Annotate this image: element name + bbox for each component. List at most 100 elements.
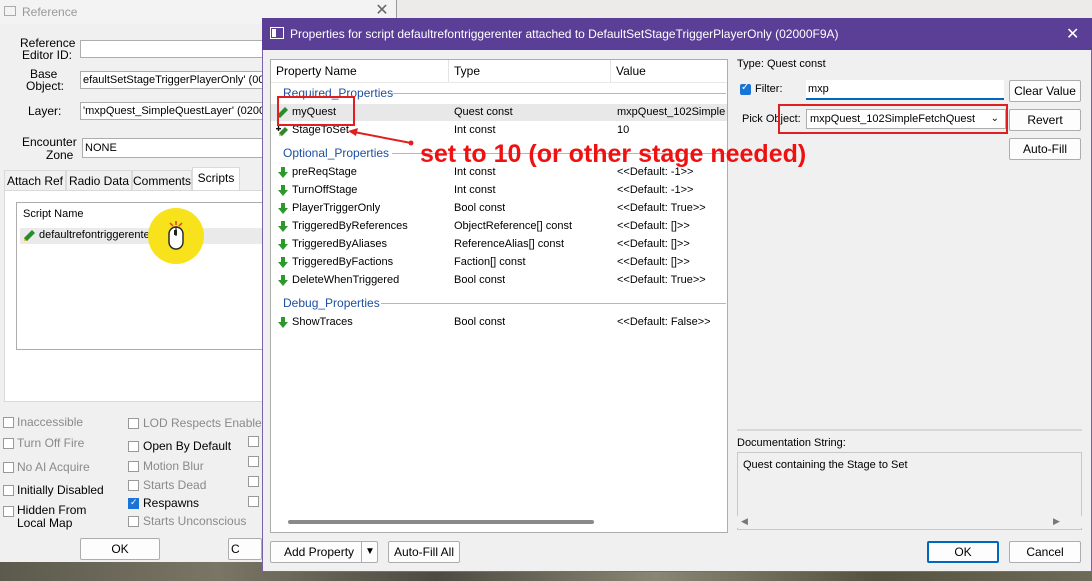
annotation-text: set to 10 (or other stage needed) <box>420 140 807 168</box>
lod-respects-checkbox[interactable] <box>128 418 139 429</box>
group-optional-properties[interactable]: Optional_Properties <box>283 146 389 160</box>
property-value-stagetoset[interactable]: 10 <box>617 124 629 136</box>
reference-title: Reference <box>22 5 78 19</box>
editor-id-input[interactable] <box>80 40 270 58</box>
tab-attach-ref[interactable]: Attach Ref <box>4 170 66 190</box>
property-value[interactable]: <<Default: False>> <box>617 316 711 328</box>
inaccessible-checkbox[interactable] <box>3 417 14 428</box>
property-type: Bool const <box>454 274 506 286</box>
add-property-button[interactable]: Add Property ▼ <box>270 541 378 563</box>
motion-blur-checkbox[interactable] <box>128 461 139 472</box>
caret-down-icon[interactable]: ▼ <box>365 542 375 562</box>
column-header-type[interactable]: Type <box>454 60 480 82</box>
close-icon[interactable]: ✕ <box>1066 24 1079 44</box>
encounter-zone-select[interactable]: NONE <box>82 138 270 158</box>
base-object-field[interactable]: efaultSetStageTriggerPlayerOnly' (000 <box>80 71 270 89</box>
property-type: Int const <box>454 124 496 136</box>
green-arrow-icon <box>278 185 288 196</box>
scroll-left-icon[interactable]: ◀ <box>741 516 748 527</box>
clear-value-button[interactable]: Clear Value <box>1009 80 1081 102</box>
green-arrow-icon <box>278 275 288 286</box>
layer-label: Layer: <box>28 104 62 118</box>
property-value[interactable]: <<Default: True>> <box>617 202 706 214</box>
starts-unconscious-label: Starts Unconscious <box>143 514 247 528</box>
encounter-zone-label-2: Zone <box>46 148 74 162</box>
filter-label: Filter: <box>755 83 783 95</box>
highlight-box-myquest <box>277 96 355 126</box>
auto-fill-all-button[interactable]: Auto-Fill All <box>388 541 460 563</box>
local-map-label: Local Map <box>17 516 73 530</box>
hidden-from-local-map-checkbox[interactable] <box>3 506 14 517</box>
property-value[interactable]: <<Default: []>> <box>617 220 690 232</box>
script-icon <box>24 230 35 241</box>
properties-title: Properties for script defaultrefontrigge… <box>290 27 839 41</box>
no-ai-acquire-label: No AI Acquire <box>17 460 90 474</box>
script-name[interactable]: defaultrefontriggerenter <box>39 229 153 241</box>
revert-button[interactable]: Revert <box>1009 109 1081 131</box>
green-arrow-icon <box>278 257 288 268</box>
green-arrow-icon <box>278 317 288 328</box>
property-type: ReferenceAlias[] const <box>454 238 565 250</box>
filter-input[interactable]: mxp <box>806 80 1004 100</box>
ok-button[interactable]: OK <box>927 541 999 563</box>
highlight-box-pick-object <box>778 104 1008 134</box>
open-by-default-checkbox[interactable] <box>128 441 139 452</box>
split-divider <box>361 542 362 562</box>
group-debug-properties[interactable]: Debug_Properties <box>283 296 380 310</box>
column-separator[interactable] <box>610 60 611 82</box>
cancel-button[interactable]: Cancel <box>1009 541 1081 563</box>
property-type: Bool const <box>454 316 506 328</box>
partial-checkbox-2[interactable] <box>248 456 259 467</box>
scroll-right-icon[interactable]: ▶ <box>1053 516 1060 527</box>
property-name-triggeredbyaliases[interactable]: TriggeredByAliases <box>292 238 387 250</box>
mouse-icon <box>168 221 184 250</box>
horizontal-scrollbar[interactable] <box>288 520 594 524</box>
property-type: Quest const <box>454 106 513 118</box>
property-name-deletewhentriggered[interactable]: DeleteWhenTriggered <box>292 274 399 286</box>
starts-dead-checkbox[interactable] <box>128 480 139 491</box>
property-name-triggeredbyreferences[interactable]: TriggeredByReferences <box>292 220 408 232</box>
script-name-header[interactable]: Script Name <box>23 208 84 220</box>
doc-scrollbar[interactable]: ◀ ▶ <box>737 516 1082 528</box>
column-header-value[interactable]: Value <box>616 60 646 82</box>
respawns-label: Respawns <box>143 496 200 510</box>
initially-disabled-checkbox[interactable] <box>3 485 14 496</box>
auto-fill-button[interactable]: Auto-Fill <box>1009 138 1081 160</box>
motion-blur-label: Motion Blur <box>143 459 204 473</box>
tab-scripts[interactable]: Scripts <box>192 167 240 190</box>
tab-radio-data[interactable]: Radio Data <box>66 170 132 190</box>
partial-checkbox-4[interactable] <box>248 496 259 507</box>
property-name-playertriggeronly[interactable]: PlayerTriggerOnly <box>292 202 380 214</box>
property-name-showtraces[interactable]: ShowTraces <box>292 316 353 328</box>
starts-unconscious-checkbox[interactable] <box>128 516 139 527</box>
group-divider <box>392 93 726 94</box>
partial-checkbox-3[interactable] <box>248 476 259 487</box>
turn-off-fire-checkbox[interactable] <box>3 438 14 449</box>
no-ai-acquire-checkbox[interactable] <box>3 462 14 473</box>
doc-string-label: Documentation String: <box>737 437 846 449</box>
property-value[interactable]: <<Default: []>> <box>617 238 690 250</box>
green-arrow-icon <box>278 221 288 232</box>
reference-ok-button[interactable]: OK <box>80 538 160 560</box>
partial-checkbox-1[interactable] <box>248 436 259 447</box>
column-header-name[interactable]: Property Name <box>276 60 357 82</box>
lod-respects-label: LOD Respects Enable S <box>143 416 274 430</box>
property-name-turnoffstage[interactable]: TurnOffStage <box>292 184 357 196</box>
layer-field[interactable]: 'mxpQuest_SimpleQuestLayer' (02000 <box>80 102 270 120</box>
green-arrow-icon <box>278 167 288 178</box>
splitter[interactable] <box>737 429 1082 431</box>
tab-comments[interactable]: Comments <box>132 170 192 190</box>
property-name-prereqstage[interactable]: preReqStage <box>292 166 357 178</box>
property-value[interactable]: mxpQuest_102SimpleF <box>617 106 726 118</box>
property-value[interactable]: <<Default: -1>> <box>617 184 693 196</box>
doc-string-text: Quest containing the Stage to Set <box>743 459 908 471</box>
reference-cancel-button[interactable]: C <box>228 538 262 560</box>
filter-checkbox[interactable]: ✓ <box>740 82 751 95</box>
inaccessible-label: Inaccessible <box>17 415 84 429</box>
properties-title-bar: Properties for script defaultrefontrigge… <box>262 18 1092 50</box>
property-name-triggeredbyfactions[interactable]: TriggeredByFactions <box>292 256 393 268</box>
property-value[interactable]: <<Default: True>> <box>617 274 706 286</box>
column-separator[interactable] <box>448 60 449 82</box>
respawns-checkbox[interactable] <box>128 497 139 509</box>
property-value[interactable]: <<Default: []>> <box>617 256 690 268</box>
